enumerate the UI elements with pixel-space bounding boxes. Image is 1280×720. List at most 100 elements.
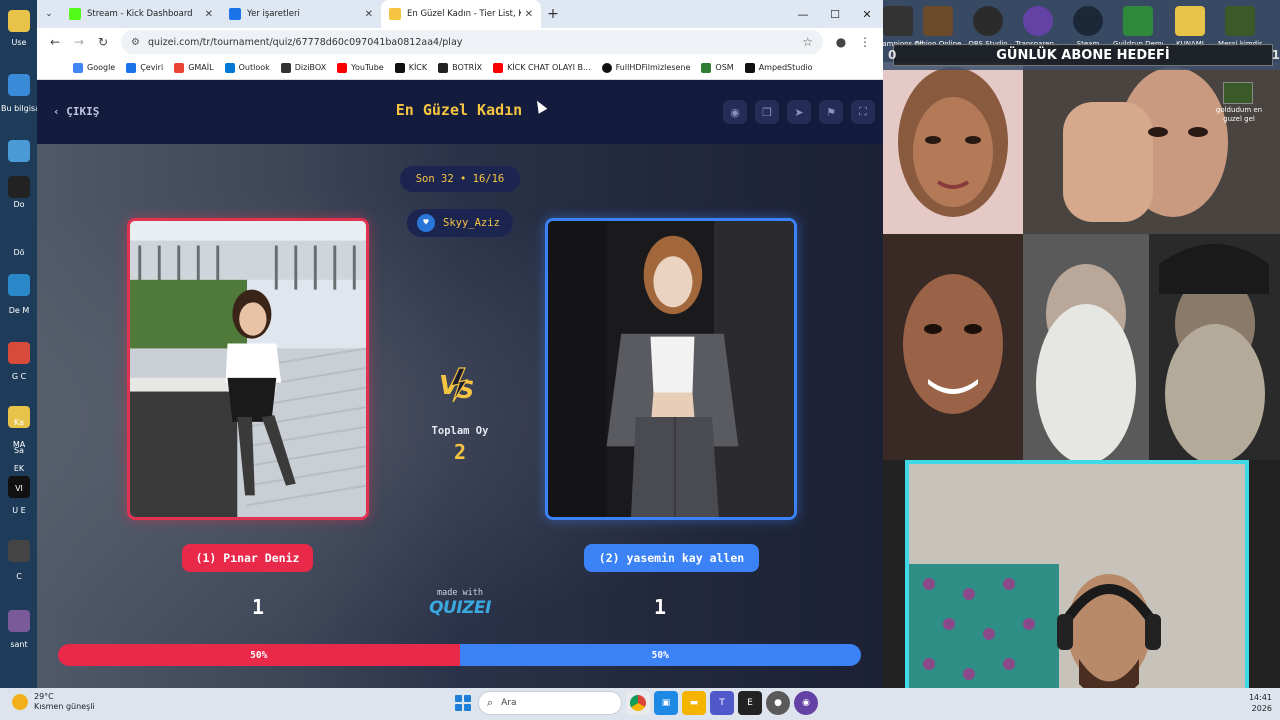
epic-games-icon[interactable]: E (738, 691, 762, 715)
left-choice-card[interactable] (127, 218, 369, 520)
bookmark-label: Google (87, 63, 116, 72)
search-icon: ⌕ (487, 696, 494, 709)
app-icon[interactable] (8, 540, 30, 562)
right-choice-card[interactable] (545, 218, 797, 520)
app-icon[interactable] (8, 140, 30, 162)
bookmark-youtube[interactable]: YouTube (337, 62, 384, 73)
close-tab-icon[interactable]: ✕ (365, 9, 373, 20)
tab-bookmarks[interactable]: Yer işaretleri ✕ (221, 0, 381, 28)
exit-button[interactable]: ‹ ÇIKIŞ (53, 105, 99, 118)
close-window-button[interactable]: ✕ (851, 0, 883, 28)
guildrun-icon[interactable] (1123, 6, 1153, 36)
desktop-label: VI (15, 484, 23, 493)
teams-icon[interactable]: T (710, 691, 734, 715)
bookmark-fullhd[interactable]: FullHDFilmizlesene (601, 62, 690, 73)
desktop-label: C (16, 572, 22, 581)
bookmark-kick-chat[interactable]: KİCK CHAT OLAYI B... (493, 62, 591, 73)
tab-search-icon[interactable]: ⌄ (37, 0, 61, 28)
app-icon[interactable] (8, 342, 30, 364)
flag-icon[interactable]: ⚑ (819, 100, 843, 124)
back-button[interactable]: ← (43, 30, 67, 54)
left-desktop-strip: Use Bu bilgisa Do Dö De M G C Ka MA Sa E… (0, 0, 38, 688)
search-placeholder: Ara (501, 698, 517, 708)
bookmark-google[interactable]: Google (73, 62, 116, 73)
video-file-icon[interactable] (1225, 6, 1255, 36)
video-file-icon[interactable] (1223, 82, 1253, 104)
left-choice-name[interactable]: (1) Pınar Deniz (182, 544, 313, 572)
quiz-page: ‹ ÇIKIŞ En Güzel Kadın ◉ ❐ ➤ ⚑ ⛶ Son 32 … (37, 80, 883, 688)
kick-icon (69, 8, 81, 20)
close-tab-icon[interactable]: ✕ (205, 9, 213, 20)
bookmark-dizibox[interactable]: DiziBOX (280, 62, 326, 73)
reload-button[interactable]: ↻ (91, 30, 115, 54)
dizibox-icon (280, 62, 291, 73)
desktop-label: sant (10, 640, 28, 649)
app-icon[interactable] (8, 610, 30, 632)
address-bar[interactable]: ⚙ quizei.com/tr/tournament/quiz/67778d60… (121, 30, 823, 54)
site-info-icon[interactable]: ⚙ (131, 37, 140, 48)
minimize-button[interactable]: — (787, 0, 819, 28)
app-icon[interactable] (8, 274, 30, 296)
maximize-button[interactable]: ☐ (819, 0, 851, 28)
new-tab-button[interactable]: + (541, 0, 565, 28)
right-progress-fill: 50% (459, 644, 861, 666)
bookmark-kick[interactable]: KİCK (394, 62, 427, 73)
pc-icon[interactable] (8, 74, 30, 96)
bookmark-botrix[interactable]: BOTRİX (438, 62, 482, 73)
app-icon[interactable]: ▣ (654, 691, 678, 715)
tab-label: En Güzel Kadın - Tier List, Kör S (407, 9, 521, 19)
app-icon[interactable]: ● (766, 691, 790, 715)
copy-icon[interactable]: ❐ (755, 100, 779, 124)
fullscreen-icon[interactable]: ⛶ (851, 100, 875, 124)
desktop-label: G C (11, 372, 27, 381)
bookmark-label: OSM (715, 63, 734, 72)
taskbar: 29°C Kısmen güneşli ⌕ Ara ▣ ▬ T E ● ◉ 14:4… (0, 688, 1280, 720)
forward-button[interactable]: → (67, 30, 91, 54)
right-choice-name[interactable]: (2) yasemin kay allen (584, 544, 759, 572)
webcam-feed (905, 460, 1249, 714)
url-text: quizei.com/tr/tournament/quiz/67778d60c0… (147, 36, 463, 48)
nav-bar: ← → ↻ ⚙ quizei.com/tr/tournament/quiz/67… (37, 28, 883, 56)
close-tab-icon[interactable]: ✕ (525, 9, 533, 20)
weather-widget[interactable]: 29°C Kısmen güneşli (12, 692, 95, 712)
celebrity-photo (883, 62, 1023, 234)
tab-label: Yer işaretleri (247, 9, 300, 19)
menu-icon[interactable]: ⋮ (853, 30, 877, 54)
bookmark-osm[interactable]: OSM (701, 62, 734, 73)
taskbar-search[interactable]: ⌕ Ara (478, 691, 622, 715)
exit-label: ÇIKIŞ (66, 105, 100, 118)
send-icon[interactable]: ➤ (787, 100, 811, 124)
bookmark-translate[interactable]: Çeviri (126, 62, 163, 73)
chrome-icon[interactable] (626, 691, 650, 715)
folder-icon[interactable]: ▬ (682, 691, 706, 715)
tab-quiz[interactable]: En Güzel Kadın - Tier List, Kör S ✕ (381, 0, 541, 28)
folder-icon[interactable] (1175, 6, 1205, 36)
kick-icon (394, 62, 405, 73)
bookmark-outlook[interactable]: Outlook (224, 62, 270, 73)
made-with-text: made with (436, 588, 484, 598)
profile-icon[interactable]: ● (829, 30, 853, 54)
twitch-icon[interactable] (1023, 6, 1053, 36)
tab-kick-dashboard[interactable]: Stream - Kick Dashboard ✕ (61, 0, 221, 28)
start-button[interactable] (452, 692, 474, 714)
clock-date: 2026 (1251, 704, 1272, 713)
app-icon[interactable] (8, 176, 30, 198)
twitch-icon[interactable]: ◉ (794, 691, 818, 715)
desktop-label: Do (13, 200, 25, 209)
albion-icon[interactable] (923, 6, 953, 36)
total-votes-value: 2 (453, 440, 467, 464)
round-indicator: Son 32 • 16/16 (400, 166, 520, 192)
bookmark-label: GMAİL (188, 63, 214, 72)
system-clock[interactable]: 14:41 2026 (1249, 692, 1272, 714)
quizei-logo[interactable]: QUIZEI (419, 598, 501, 618)
eye-icon[interactable]: ◉ (723, 100, 747, 124)
champions-online-icon[interactable] (883, 6, 913, 36)
desktop-label: Sa (14, 446, 24, 455)
left-vote-count: 1 (251, 595, 265, 619)
bookmark-ampedstudio[interactable]: AmpedStudio (744, 62, 813, 73)
bookmark-gmail[interactable]: GMAİL (174, 62, 214, 73)
folder-icon[interactable] (8, 10, 30, 32)
steam-icon[interactable] (1073, 6, 1103, 36)
bookmark-star-icon[interactable]: ☆ (802, 35, 813, 49)
obs-icon[interactable] (973, 6, 1003, 36)
